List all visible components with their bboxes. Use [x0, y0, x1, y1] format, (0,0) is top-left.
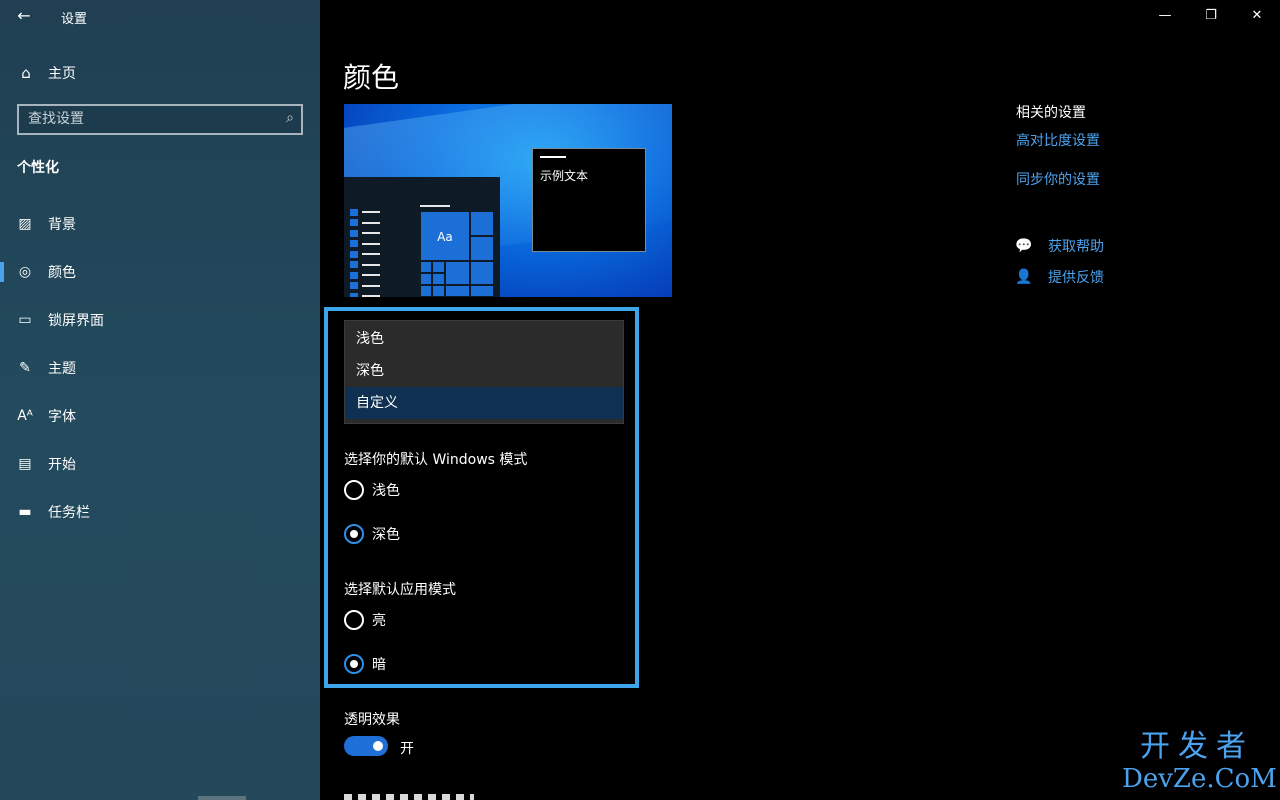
color-mode-dropdown[interactable]: 浅色 深色 自定义 — [344, 320, 624, 424]
nav-item-label: 开始 — [48, 457, 76, 473]
feedback-link[interactable]: 👤 提供反馈 — [1015, 267, 1104, 287]
help-chat-icon: 💬 — [1015, 238, 1033, 254]
home-icon: ⌂ — [21, 64, 31, 82]
radio-label: 暗 — [372, 657, 386, 673]
get-help-label[interactable]: 获取帮助 — [1048, 236, 1104, 256]
nav-home-label: 主页 — [48, 66, 76, 82]
transparency-label: 透明效果 — [344, 712, 400, 728]
preview-tiles-header — [420, 205, 450, 207]
preview-window-bar — [540, 156, 566, 158]
radio-label: 亮 — [372, 613, 386, 629]
app-mode-radio-light[interactable]: 亮 — [344, 608, 386, 632]
transparency-state: 开 — [400, 741, 414, 757]
restore-icon[interactable]: ❐ — [1188, 0, 1234, 32]
radio-circle[interactable] — [344, 480, 364, 500]
radio-circle[interactable] — [344, 524, 364, 544]
section-title: 个性化 — [17, 160, 59, 176]
nav-home[interactable]: ⌂ 主页 — [0, 58, 320, 88]
get-help-link[interactable]: 💬 获取帮助 — [1015, 236, 1104, 256]
brush-icon: ✎ — [19, 360, 31, 376]
nav-item-taskbar[interactable]: ▬ 任务栏 — [0, 494, 320, 530]
watermark-logo: 开发者 DevZe.CoM — [1122, 729, 1277, 795]
nav-item-themes[interactable]: ✎ 主题 — [0, 350, 320, 386]
close-icon[interactable]: ✕ — [1234, 0, 1280, 32]
monitor-icon: ▭ — [18, 312, 32, 328]
feedback-label[interactable]: 提供反馈 — [1048, 267, 1104, 287]
windows-mode-radio-dark[interactable]: 深色 — [344, 522, 400, 546]
link-high-contrast[interactable]: 高对比度设置 — [1016, 130, 1100, 150]
related-settings-title: 相关的设置 — [1016, 105, 1086, 121]
nav-item-label: 字体 — [48, 409, 76, 425]
preview-start-panel: Aa — [344, 177, 500, 297]
app-title: 设置 — [61, 12, 88, 27]
start-grid-icon: ▤ — [18, 456, 32, 472]
title-bar: ← 设置 — [0, 0, 320, 32]
nav-item-label: 背景 — [48, 217, 76, 233]
radio-circle[interactable] — [344, 654, 364, 674]
preview-app-list — [350, 207, 380, 297]
sidebar: ← 设置 ⌂ 主页 ⌕ 个性化 ▨ 背景 ◎ 颜色 ▭ 锁屏界面 ✎ 主题 Aᴬ… — [0, 0, 320, 800]
nav-item-start[interactable]: ▤ 开始 — [0, 446, 320, 482]
picture-icon: ▨ — [18, 216, 32, 232]
radio-circle[interactable] — [344, 610, 364, 630]
search-box[interactable]: ⌕ — [17, 104, 303, 135]
search-input[interactable] — [28, 111, 268, 127]
nav-item-background[interactable]: ▨ 背景 — [0, 206, 320, 242]
preview-sample-text: 示例文本 — [540, 169, 589, 183]
dropdown-option-light[interactable]: 浅色 — [345, 323, 623, 355]
feedback-person-icon: 👤 — [1015, 269, 1033, 285]
search-icon[interactable]: ⌕ — [286, 110, 294, 126]
app-mode-label: 选择默认应用模式 — [344, 582, 456, 598]
palette-icon: ◎ — [18, 264, 32, 280]
dropdown-option-custom[interactable]: 自定义 — [345, 387, 623, 419]
color-preview: Aa 示例文本 — [344, 104, 672, 297]
radio-label: 浅色 — [372, 483, 400, 499]
scrollbar-thumb[interactable] — [198, 796, 246, 800]
preview-tile-aa: Aa — [420, 211, 470, 261]
watermark-line1: 开发者 — [1140, 729, 1254, 764]
minimize-icon[interactable]: — — [1142, 0, 1188, 32]
font-icon: Aᴬ — [17, 408, 33, 424]
app-mode-radio-dark[interactable]: 暗 — [344, 652, 386, 676]
nav-item-fonts[interactable]: Aᴬ 字体 — [0, 398, 320, 434]
taskbar-icon: ▬ — [18, 504, 32, 520]
radio-label: 深色 — [372, 527, 400, 543]
nav-item-label: 颜色 — [48, 265, 76, 281]
nav-item-label: 任务栏 — [48, 505, 90, 521]
back-arrow-icon[interactable]: ← — [10, 4, 38, 28]
nav-item-label: 锁屏界面 — [48, 313, 104, 329]
preview-window: 示例文本 — [532, 148, 646, 252]
windows-mode-radio-light[interactable]: 浅色 — [344, 478, 400, 502]
link-sync-settings[interactable]: 同步你的设置 — [1016, 169, 1100, 189]
preview-tiles: Aa — [420, 211, 494, 297]
dropdown-option-dark[interactable]: 深色 — [345, 355, 623, 387]
watermark-line2: DevZe.CoM — [1122, 764, 1277, 794]
nav-item-lock-screen[interactable]: ▭ 锁屏界面 — [0, 302, 320, 338]
transparency-toggle[interactable] — [344, 736, 388, 756]
cut-off-heading — [344, 794, 474, 800]
nav-item-label: 主题 — [48, 361, 76, 377]
page-title: 颜色 — [343, 61, 400, 94]
windows-mode-label: 选择你的默认 Windows 模式 — [344, 452, 528, 468]
nav-item-colors[interactable]: ◎ 颜色 — [0, 254, 320, 290]
